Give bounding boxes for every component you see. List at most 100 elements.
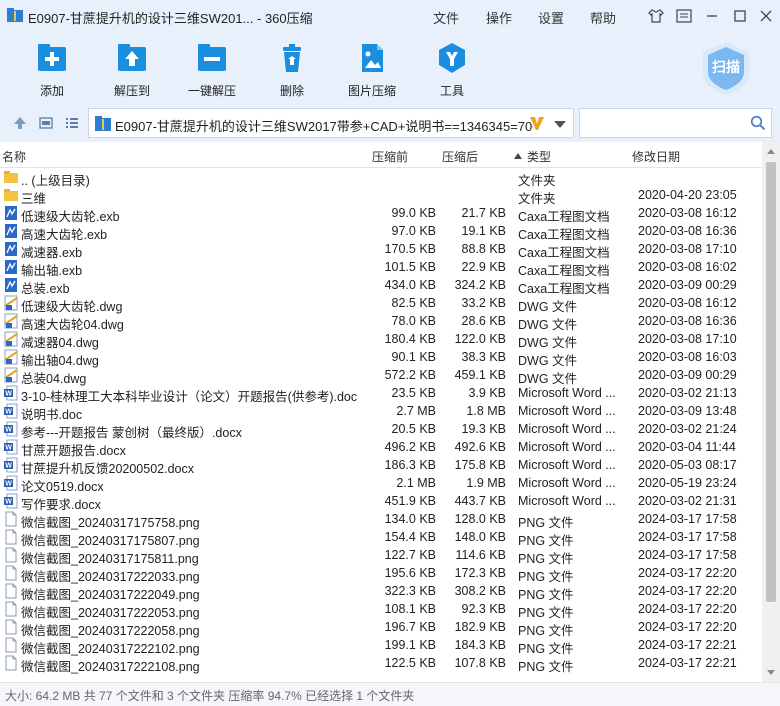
file-row[interactable]: W 3-10-桂林理工大本科毕业设计（论文）开题报告(供参考).doc 23.5 K… (0, 384, 762, 404)
file-compressed-size: 322.3 KB (384, 584, 436, 598)
file-date: 2020-03-08 16:36 (638, 314, 737, 328)
status-text: 大小: 64.2 MB 共 77 个文件和 3 个文件夹 压缩率 94.7% 已… (5, 689, 415, 703)
verified-v-icon (530, 117, 544, 130)
col-modified[interactable]: 修改日期 (632, 148, 680, 165)
menu-help[interactable]: 帮助 (590, 8, 616, 27)
svg-text:W: W (5, 391, 12, 398)
search-icon[interactable] (750, 115, 766, 131)
file-uncompressed-size: 175.8 KB (454, 458, 506, 472)
list-view-icon[interactable] (64, 115, 80, 131)
image-compress-button[interactable]: 图片压缩 (337, 38, 407, 98)
file-row[interactable]: 微信截图_20240317175811.png 122.7 KB 114.6 KB P… (0, 546, 762, 566)
up-arrow-icon[interactable] (12, 115, 28, 131)
file-row[interactable]: 输出轴04.dwg 90.1 KB 38.3 KB DWG 文件 2020-03-08 … (0, 348, 762, 368)
word-doc-icon: W (4, 439, 18, 455)
file-compressed-size: 170.5 KB (384, 242, 436, 256)
file-row[interactable]: 微信截图_20240317175807.png 154.4 KB 148.0 KB P… (0, 528, 762, 548)
file-date: 2024-03-17 17:58 (638, 530, 737, 544)
svg-text:W: W (5, 445, 12, 452)
file-row[interactable]: W 甘蔗开题报告.docx 496.2 KB 492.6 KB Microsoft Wo… (0, 438, 762, 458)
one-click-extract-button[interactable]: 一键解压 (177, 38, 247, 98)
skin-shirt-icon[interactable] (646, 6, 666, 26)
col-name[interactable]: 名称 (2, 148, 26, 165)
file-date: 2020-03-08 16:03 (638, 350, 737, 364)
file-row[interactable]: 微信截图_20240317175758.png 134.0 KB 128.0 KB P… (0, 510, 762, 530)
file-compressed-size: 154.4 KB (384, 530, 436, 544)
path-dropdown-icon[interactable] (554, 121, 566, 128)
file-compressed-size: 199.1 KB (384, 638, 436, 652)
file-row[interactable]: .. (上级目录) 文件夹 (0, 168, 762, 188)
file-row[interactable]: 减速器.exb 170.5 KB 88.8 KB Caxa工程图文档 2020-03-0… (0, 240, 762, 260)
file-row[interactable]: W 写作要求.docx 451.9 KB 443.7 KB Microsoft Word… (0, 492, 762, 512)
file-row[interactable]: W 论文0519.docx 2.1 MB 1.9 MB Microsoft Word .… (0, 474, 762, 494)
svg-text:W: W (5, 481, 12, 488)
file-row[interactable]: 低速级大齿轮.exb 99.0 KB 21.7 KB Caxa工程图文档 2020-03… (0, 204, 762, 224)
column-header: 名称 压缩前 压缩后 类型 修改日期 (0, 142, 762, 168)
col-type[interactable]: 类型 (527, 148, 551, 165)
dwg-file-icon (4, 331, 18, 347)
file-date: 2020-03-08 17:10 (638, 332, 737, 346)
file-row[interactable]: 总装.exb 434.0 KB 324.2 KB Caxa工程图文档 2020-03-0… (0, 276, 762, 296)
file-row[interactable]: 微信截图_20240317222058.png 196.7 KB 182.9 KB P… (0, 618, 762, 638)
file-row[interactable]: 微信截图_20240317222108.png 122.5 KB 107.8 KB P… (0, 654, 762, 674)
file-row[interactable]: 减速器04.dwg 180.4 KB 122.0 KB DWG 文件 2020-03-0… (0, 330, 762, 350)
menu-file[interactable]: 文件 (433, 8, 459, 27)
file-row[interactable]: 高速大齿轮.exb 97.0 KB 19.1 KB Caxa工程图文档 2020-03-… (0, 222, 762, 242)
close-icon[interactable] (756, 6, 776, 26)
file-uncompressed-size: 1.9 MB (466, 476, 506, 490)
maximize-icon[interactable] (730, 6, 750, 26)
add-button[interactable]: 添加 (17, 38, 87, 98)
col-uncompressed[interactable]: 压缩后 (442, 148, 478, 165)
file-compressed-size: 2.1 MB (396, 476, 436, 490)
col-compressed[interactable]: 压缩前 (372, 148, 408, 165)
path-box[interactable]: E0907-甘蔗提升机的设计三维SW2017带参+CAD+说明书==134634… (88, 108, 574, 138)
minimize-icon[interactable] (702, 6, 722, 26)
file-row[interactable]: W 说明书.doc 2.7 MB 1.8 MB Microsoft Word ... 20… (0, 402, 762, 422)
file-date: 2020-03-08 16:12 (638, 296, 737, 310)
file-date: 2024-03-17 22:21 (638, 638, 737, 652)
scan-button[interactable]: 扫描 (697, 39, 755, 97)
scroll-up-icon[interactable] (767, 149, 775, 154)
menu-operate[interactable]: 操作 (486, 8, 512, 27)
file-row[interactable]: 微信截图_20240317222049.png 322.3 KB 308.2 KB P… (0, 582, 762, 602)
file-row[interactable]: W 参考---开题报告 蒙创树（最终版）.docx 20.5 KB 19.3 KB Mi… (0, 420, 762, 440)
file-row[interactable]: 总装04.dwg 572.2 KB 459.1 KB DWG 文件 2020-03-09… (0, 366, 762, 386)
file-uncompressed-size: 21.7 KB (461, 206, 506, 220)
thumbnail-view-icon[interactable] (38, 115, 54, 131)
caxa-file-icon (4, 223, 18, 239)
scroll-thumb[interactable] (766, 162, 776, 602)
file-date: 2020-03-08 16:12 (638, 206, 737, 220)
file-date: 2024-03-17 22:20 (638, 602, 737, 616)
path-text[interactable]: E0907-甘蔗提升机的设计三维SW2017带参+CAD+说明书==134634… (115, 116, 533, 135)
delete-button[interactable]: 删除 (257, 38, 327, 98)
file-row[interactable]: 微信截图_20240317222102.png 199.1 KB 184.3 KB P… (0, 636, 762, 656)
file-list: 名称 压缩前 压缩后 类型 修改日期 .. (上级目录) 文件夹 三维 文件夹 2020… (0, 142, 762, 682)
file-uncompressed-size: 22.9 KB (461, 260, 506, 274)
file-row[interactable]: 高速大齿轮04.dwg 78.0 KB 28.6 KB DWG 文件 2020-03-0… (0, 312, 762, 332)
scroll-down-icon[interactable] (767, 670, 775, 675)
svg-text:W: W (5, 463, 12, 470)
file-row[interactable]: 微信截图_20240317222053.png 108.1 KB 92.3 KB PN… (0, 600, 762, 620)
vertical-scrollbar[interactable] (762, 142, 780, 682)
file-date: 2020-03-09 13:48 (638, 404, 737, 418)
file-date: 2024-03-17 17:58 (638, 512, 737, 526)
file-row[interactable]: 低速级大齿轮.dwg 82.5 KB 33.2 KB DWG 文件 2020-03-08… (0, 294, 762, 314)
search-input[interactable] (584, 113, 744, 133)
file-row[interactable]: W 甘蔗提升机反馈20200502.docx 186.3 KB 175.8 KB Mic… (0, 456, 762, 476)
file-row[interactable]: 输出轴.exb 101.5 KB 22.9 KB Caxa工程图文档 2020-03-0… (0, 258, 762, 278)
file-compressed-size: 108.1 KB (384, 602, 436, 616)
search-box[interactable] (579, 108, 772, 138)
file-row[interactable]: 三维 文件夹 2020-04-20 23:05 (0, 186, 762, 206)
feedback-icon[interactable] (674, 6, 694, 26)
tools-button[interactable]: 工具 (417, 38, 487, 98)
file-compressed-size: 82.5 KB (391, 296, 436, 310)
toolbar: 添加 解压到 一键解压 删除 图片压缩 工具 扫描 (0, 32, 780, 104)
file-uncompressed-size: 128.0 KB (454, 512, 506, 526)
file-row[interactable]: 微信截图_20240317222033.png 195.6 KB 172.3 KB P… (0, 564, 762, 584)
extract-to-button[interactable]: 解压到 (97, 38, 167, 98)
file-compressed-size: 122.5 KB (384, 656, 436, 670)
menu-settings[interactable]: 设置 (538, 8, 564, 27)
file-compressed-size: 101.5 KB (384, 260, 436, 274)
file-uncompressed-size: 172.3 KB (454, 566, 506, 580)
file-uncompressed-size: 459.1 KB (454, 368, 506, 382)
